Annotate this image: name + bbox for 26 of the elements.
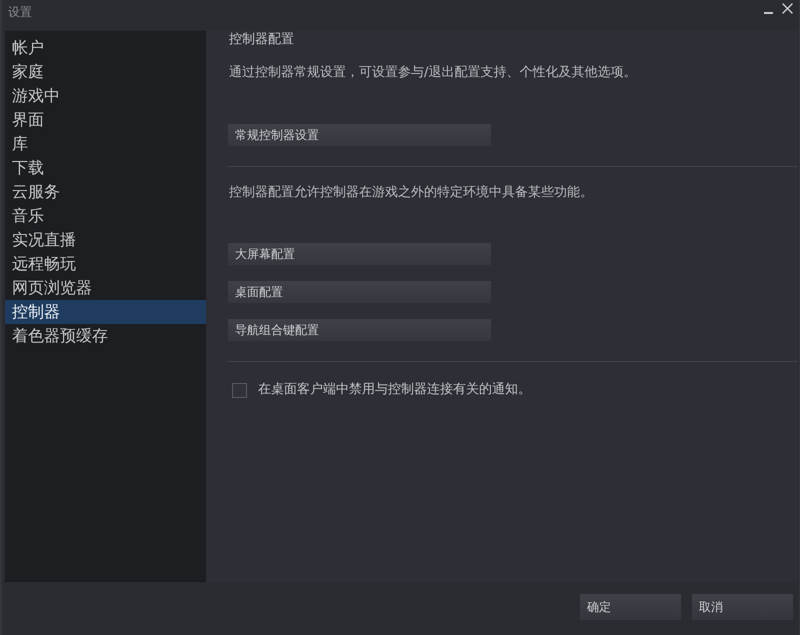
sidebar-item[interactable]: 网页浏览器 [5,276,206,300]
dialog-button[interactable]: 取消 [692,594,793,620]
checkbox-label: 在桌面客户端中禁用与控制器连接有关的通知。 [258,382,531,398]
close-icon[interactable] [782,3,793,14]
description-text: 控制器配置允许控制器在游戏之外的特定环境中具备某些功能。 [229,185,593,201]
checkbox[interactable] [232,382,247,398]
sidebar-item[interactable]: 着色器预缓存 [5,324,206,348]
settings-button[interactable]: 大屏幕配置 [228,243,491,265]
sidebar-item[interactable]: 下载 [5,156,206,180]
sidebar-item[interactable]: 实况直播 [5,228,206,252]
sidebar-item[interactable]: 游戏中 [5,84,206,108]
sidebar-item[interactable]: 库 [5,132,206,156]
sidebar-item[interactable]: 远程畅玩 [5,252,206,276]
sidebar-item[interactable]: 云服务 [5,180,206,204]
description-text: 通过控制器常规设置，可设置参与/退出配置支持、个性化及其他选项。 [229,65,636,81]
window-title: 设置 [8,5,32,19]
sidebar-item[interactable]: 界面 [5,108,206,132]
dialog-button[interactable]: 确定 [580,594,681,620]
panel-title: 控制器配置 [229,32,294,48]
settings-button[interactable]: 桌面配置 [228,281,491,303]
settings-button[interactable]: 导航组合键配置 [228,319,491,341]
sidebar-item[interactable]: 帐户 [5,36,206,60]
sidebar-item[interactable]: 控制器 [5,300,206,324]
sidebar-item[interactable]: 家庭 [5,60,206,84]
sidebar-item[interactable]: 音乐 [5,204,206,228]
settings-button[interactable]: 常规控制器设置 [228,124,491,146]
